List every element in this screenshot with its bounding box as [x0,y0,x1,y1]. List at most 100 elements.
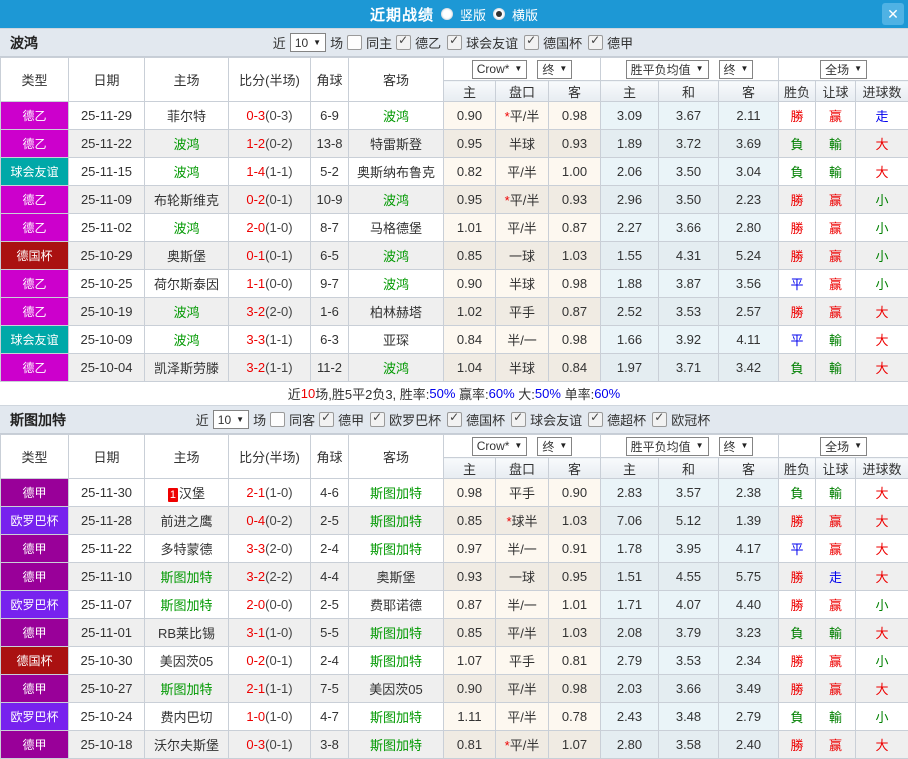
cell-result-goals: 大 [856,130,908,158]
handicap-value: 半/一 [507,542,537,557]
league-checkbox[interactable] [652,412,667,427]
cell-result-outcome: 負 [779,130,816,158]
select-value: Crow* [477,439,510,453]
cell-avg-home: 3.09 [601,102,659,130]
select-value: 终 [724,438,736,455]
cell-competition: 德乙 [1,298,69,326]
full-time-score: 2-0 [246,597,265,612]
col-header-away: 客场 [349,435,444,479]
mean-select[interactable]: 胜平负均值▼ [626,60,709,79]
col-header-corners: 角球 [311,58,349,102]
scope-select[interactable]: 全场▼ [820,437,867,456]
radio-horizontal-label[interactable]: 横版 [512,5,538,24]
cell-result-goals: 小 [856,242,908,270]
cell-away-team: 波鸿 [349,270,444,298]
sub-header-odds-away: 客 [549,81,601,102]
cell-corners: 10-9 [311,186,349,214]
cell-competition: 德国杯 [1,647,69,675]
col-header-date: 日期 [69,58,145,102]
cell-avg-away: 5.75 [719,563,779,591]
cell-avg-away: 2.23 [719,186,779,214]
cell-home-team: 波鸿 [145,158,229,186]
sub-header-avg-away: 客 [719,458,779,479]
cell-date: 25-10-04 [69,354,145,382]
cell-avg-away: 2.79 [719,703,779,731]
cell-result-handicap: 赢 [816,270,856,298]
cell-avg-home: 2.52 [601,298,659,326]
odds-time-select[interactable]: 终▼ [537,437,572,456]
cell-home-team: 沃尔夫斯堡 [145,731,229,759]
cell-corners: 4-6 [311,479,349,507]
cell-odds-away: 1.03 [549,507,601,535]
same-side-label: 同客 [289,410,315,429]
mean-time-select[interactable]: 终▼ [719,437,754,456]
cell-avg-home: 1.88 [601,270,659,298]
handicap-value: 平手 [509,305,535,320]
sub-header-avg-away: 客 [719,81,779,102]
cell-handicap: 半/一 [496,591,549,619]
odds-company-select[interactable]: Crow*▼ [472,437,528,456]
league-checkbox[interactable] [396,35,411,50]
cell-result-handicap: 輸 [816,619,856,647]
cell-avg-home: 2.27 [601,214,659,242]
cell-competition: 球会友谊 [1,326,69,354]
col-header-type: 类型 [1,435,69,479]
recent-count-select[interactable]: 10▼ [213,410,249,429]
team-section-stuttgart: 斯图加特 近 10▼ 场 同客 德甲欧罗巴杯德国杯球会友谊德超杯欧冠杯 类型 日… [0,405,908,759]
cell-result-outcome: 勝 [779,102,816,130]
cell-away-team: 马格德堡 [349,214,444,242]
same-side-checkbox[interactable] [270,412,285,427]
cell-result-outcome: 負 [779,354,816,382]
full-time-score: 3-1 [246,625,265,640]
cell-competition: 德甲 [1,479,69,507]
full-time-score: 0-3 [246,737,265,752]
mean-select[interactable]: 胜平负均值▼ [626,437,709,456]
cell-date: 25-11-09 [69,186,145,214]
cell-corners: 11-2 [311,354,349,382]
summary-segment: 10 [301,386,315,401]
cell-odds-home: 0.84 [444,326,496,354]
cell-home-team: 奥斯堡 [145,242,229,270]
radio-vertical-label[interactable]: 竖版 [460,5,486,24]
scope-select[interactable]: 全场▼ [820,60,867,79]
cell-score: 3-3(2-0) [229,535,311,563]
away-team-name: 斯图加特 [370,514,422,529]
cell-odds-away: 0.95 [549,563,601,591]
league-checkbox[interactable] [524,35,539,50]
cell-avg-home: 1.66 [601,326,659,354]
same-side-checkbox[interactable] [347,35,362,50]
cell-avg-away: 2.34 [719,647,779,675]
league-checkbox[interactable] [588,412,603,427]
cell-avg-away: 2.11 [719,102,779,130]
league-filters: 德甲欧罗巴杯德国杯球会友谊德超杯欧冠杯 [319,410,712,429]
league-checkbox[interactable] [370,412,385,427]
radio-horizontal[interactable] [493,8,505,20]
league-label: 欧罗巴杯 [389,410,441,429]
cell-odds-away: 0.81 [549,647,601,675]
league-checkbox[interactable] [511,412,526,427]
cell-avg-draw: 3.50 [659,186,719,214]
odds-time-select[interactable]: 终▼ [537,60,572,79]
cell-odds-home: 0.82 [444,158,496,186]
cell-avg-away: 2.40 [719,731,779,759]
odds-company-select[interactable]: Crow*▼ [472,60,528,79]
cell-result-handicap: 赢 [816,214,856,242]
cell-away-team: 奥斯纳布鲁克 [349,158,444,186]
league-checkbox[interactable] [319,412,334,427]
cell-corners: 6-3 [311,326,349,354]
cell-corners: 2-4 [311,535,349,563]
half-time-score: (1-1) [265,332,292,347]
match-row: 德国杯25-10-30美因茨050-2(0-1)2-4斯图加特1.07平手0.8… [1,647,908,675]
home-team-name: 费内巴切 [160,710,212,725]
close-button[interactable]: ✕ [882,3,904,25]
cell-avg-home: 2.03 [601,675,659,703]
league-checkbox[interactable] [447,35,462,50]
league-checkbox[interactable] [588,35,603,50]
league-checkbox[interactable] [447,412,462,427]
away-team-name: 奥斯纳布鲁克 [357,165,435,180]
match-row: 欧罗巴杯25-10-24费内巴切1-0(1-0)4-7斯图加特1.11平/半0.… [1,703,908,731]
mean-time-select[interactable]: 终▼ [719,60,754,79]
cell-avg-home: 2.43 [601,703,659,731]
radio-vertical[interactable] [441,8,453,20]
recent-count-select[interactable]: 10▼ [290,33,326,52]
